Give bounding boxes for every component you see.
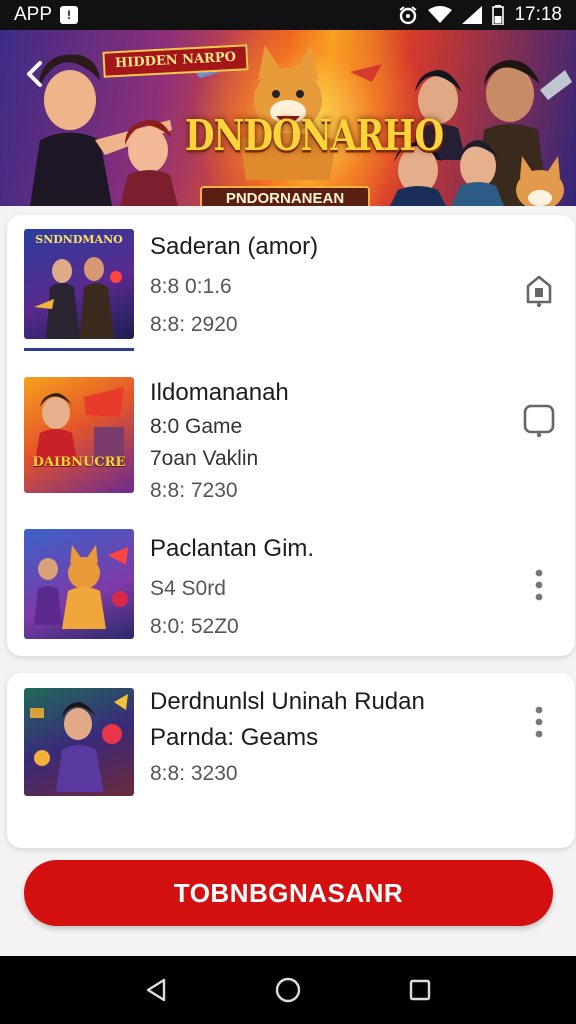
game-thumbnail: SNDNDMANO <box>24 229 134 339</box>
back-button[interactable] <box>14 54 54 94</box>
more-options-button[interactable] <box>521 704 557 740</box>
item-title: Paclantan Gim. <box>150 535 315 562</box>
nav-back-button[interactable] <box>136 970 176 1010</box>
item-title: Saderan (amor) <box>150 233 319 260</box>
wifi-icon <box>428 6 453 24</box>
list-item[interactable]: DAIBNUCRE Ildomananah 8:0 Game 7oan Vakl… <box>7 377 575 502</box>
item-title: Derdnunlsl Uninah Rudan <box>150 688 425 715</box>
banner-subtitle: PNDORNANEAN <box>200 186 370 206</box>
tablet-icon <box>523 404 555 437</box>
list-item[interactable]: Paclantan Gim. S4 S0rd 8:0: 52Z0 <box>7 529 575 641</box>
item-meta: 8:8: 2920 <box>150 313 238 336</box>
game-thumbnail: DAIBNUCRE <box>24 377 134 493</box>
share-button[interactable] <box>521 273 557 309</box>
item-subtitle: Parnda: Geams <box>150 724 319 751</box>
chevron-left-icon <box>27 61 42 87</box>
item-meta: 8:0: 52Z0 <box>150 615 239 638</box>
header-banner: HIDDEN NARPO DNDONARHO PNDORNANEAN <box>0 30 576 206</box>
thumbnail-title: SNDNDMANO <box>35 233 123 246</box>
list-item[interactable]: Derdnunlsl Uninah Rudan Parnda: Geams 8:… <box>7 688 575 798</box>
square-recents-icon <box>409 979 431 1001</box>
nav-home-button[interactable] <box>268 970 308 1010</box>
game-thumbnail <box>24 688 134 796</box>
battery-icon <box>492 5 505 25</box>
clock: 17:18 <box>514 4 562 25</box>
item-title: Ildomananah <box>150 379 289 406</box>
primary-action-button[interactable]: TOBNBGNASANR <box>24 860 553 926</box>
thumbnail-title: DAIBNUCRE <box>32 455 126 470</box>
notification-icon: ! <box>60 6 79 24</box>
app-label: APP <box>14 4 53 25</box>
item-meta: 8:8: 7230 <box>150 479 238 502</box>
item-meta: 8:8 0:1.6 <box>150 275 232 298</box>
share-icon <box>526 275 552 307</box>
item-meta: 8:0 Game <box>150 415 243 438</box>
item-meta: 7oan Vaklin <box>150 447 259 470</box>
game-thumbnail <box>24 529 134 639</box>
alarm-icon <box>398 5 418 25</box>
nav-recents-button[interactable] <box>400 970 440 1010</box>
tablet-button[interactable] <box>521 403 557 439</box>
game-list-card: Derdnunlsl Uninah Rudan Parnda: Geams 8:… <box>7 673 575 848</box>
signal-icon <box>462 6 483 24</box>
selection-underline <box>24 348 134 351</box>
system-nav-bar <box>0 956 576 1024</box>
game-list-card: SNDNDMANO Saderan (amor) 8:8 0:1.6 8:8: … <box>7 215 575 656</box>
banner-title: DNDONARHO <box>185 111 444 161</box>
item-meta: 8:8: 3230 <box>150 762 238 785</box>
more-options-button[interactable] <box>521 567 557 603</box>
triangle-back-icon <box>146 978 166 1002</box>
circle-home-icon <box>275 977 301 1003</box>
status-bar: APP ! 17:18 <box>0 0 576 30</box>
more-vertical-icon <box>535 569 543 601</box>
more-vertical-icon <box>535 706 543 738</box>
item-meta: S4 S0rd <box>150 577 226 600</box>
